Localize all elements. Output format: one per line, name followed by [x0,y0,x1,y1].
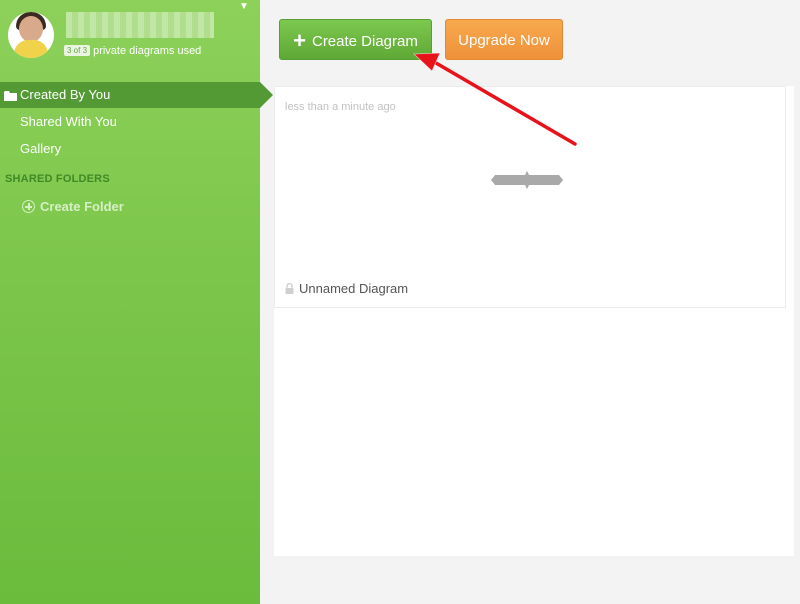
user-profile[interactable]: 3 of 3 private diagrams used ▼ [0,0,260,72]
create-diagram-button[interactable]: + Create Diagram [279,19,432,60]
sidebar-item-shared-with-you[interactable]: Shared With You [0,109,260,135]
create-diagram-label: Create Diagram [311,33,418,50]
sidebar-item-label: Gallery [20,141,62,156]
plus-circle-icon [22,200,35,213]
sidebar: 3 of 3 private diagrams used ▼ Created B… [0,0,273,604]
username-blurred [66,12,214,38]
shared-folders-heading: SHARED FOLDERS [5,173,110,185]
sidebar-item-label: Shared With You [20,114,117,129]
create-folder-button[interactable]: Create Folder [22,199,124,215]
diagram-name[interactable]: Unnamed Diagram [299,281,408,296]
diagram-card[interactable]: less than a minute ago Unnamed Diagram [274,86,786,308]
upgrade-now-button[interactable]: Upgrade Now [445,19,563,60]
lock-icon [285,283,294,294]
chevron-down-icon[interactable]: ▼ [239,1,249,12]
usage-text: private diagrams used [93,45,202,57]
folder-icon [4,91,17,101]
sidebar-item-label: Created By You [20,87,111,102]
sidebar-item-gallery[interactable]: Gallery [0,136,260,162]
sidebar-item-created-by-you[interactable]: Created By You [0,82,273,108]
usage-badge: 3 of 3 [64,45,91,56]
diagram-modified-time: less than a minute ago [285,101,396,113]
plus-icon: + [293,28,306,53]
usage-info: 3 of 3 private diagrams used [64,45,201,57]
avatar[interactable] [8,12,54,58]
upgrade-now-label: Upgrade Now [458,32,550,49]
create-folder-label: Create Folder [40,199,124,214]
diagram-thumbnail[interactable] [489,170,565,190]
